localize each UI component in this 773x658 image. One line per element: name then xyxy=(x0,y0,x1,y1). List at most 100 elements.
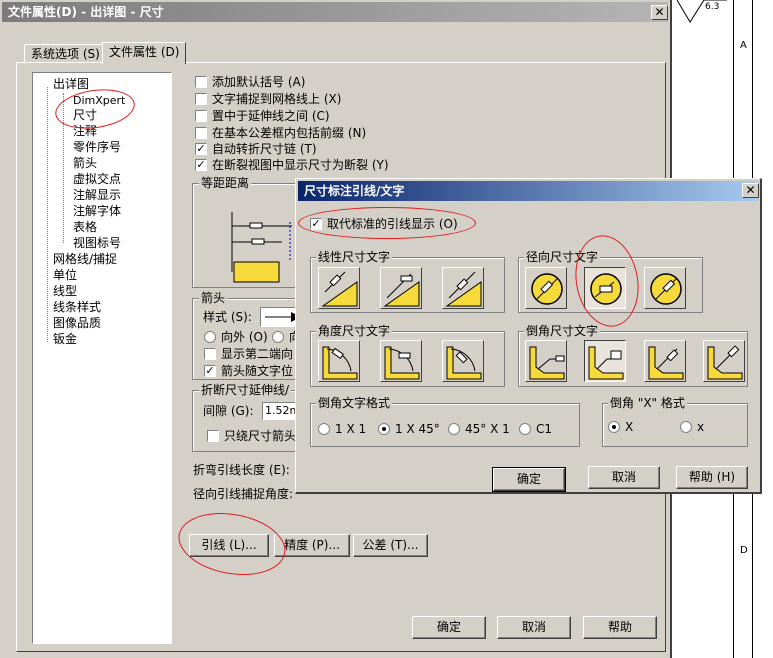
radial-style-1-button[interactable] xyxy=(525,267,567,309)
popup-close-button[interactable]: ✕ xyxy=(742,183,759,198)
x-lower-label: x xyxy=(697,420,705,434)
add-parentheses-label: 添加默认括号 (A) xyxy=(212,75,306,89)
break-extension-title: 折断尺寸延伸线/ xyxy=(199,383,292,397)
popup-cancel-button[interactable]: 取消 xyxy=(588,466,660,489)
linear-text-title: 线性尺寸文字 xyxy=(316,250,393,264)
tree-item-virtual-sharps[interactable]: 虚拟交点 xyxy=(73,172,121,187)
tab-document-properties[interactable]: 文件属性 (D) xyxy=(102,42,187,64)
snap-text-grid-label: 文字捕捉到网格线上 (X) xyxy=(212,92,342,106)
show-second-arrow-checkbox[interactable] xyxy=(204,348,216,360)
x-upper-label: X xyxy=(625,420,634,434)
tree-item-image-quality[interactable]: 图像品质 xyxy=(53,316,101,331)
tab-label: 系统选项 (S) xyxy=(31,47,100,61)
chamfer-style-1-icon xyxy=(529,346,565,380)
ok-button[interactable]: 确定 xyxy=(412,616,486,639)
center-between-extension-label: 置中于延伸线之间 (C) xyxy=(212,109,330,123)
linear-horizontal-icon xyxy=(383,273,420,307)
add-parentheses-checkbox[interactable] xyxy=(195,76,207,88)
main-dialog-title: 文件属性(D) - 出详图 - 尺寸 xyxy=(8,5,164,19)
angular-aligned-icon xyxy=(322,346,358,380)
format-c1-radio[interactable] xyxy=(519,423,531,435)
format-1x1-label: 1 X 1 xyxy=(335,422,367,436)
offset-distances-title: 等距距离 xyxy=(199,176,252,190)
chamfer-style-4-icon xyxy=(707,345,743,380)
angular-solid-icon xyxy=(446,346,482,380)
tree-item-view-labels[interactable]: 视图标号 xyxy=(73,236,121,251)
arrow-style-label: 样式 (S): xyxy=(203,310,252,324)
main-close-button[interactable]: ✕ xyxy=(651,5,668,20)
center-between-extension-checkbox[interactable] xyxy=(195,110,207,122)
arrow-outside-radio[interactable] xyxy=(204,331,216,343)
zone-label-a: A xyxy=(740,40,747,51)
offset-preview-icon xyxy=(231,212,292,283)
format-45x1-radio[interactable] xyxy=(448,423,460,435)
auto-jog-label: 自动转折尺寸链 (T) xyxy=(212,142,317,156)
linear-aligned-icon xyxy=(321,271,358,307)
chamfer-style-4-button[interactable] xyxy=(703,340,745,382)
leader-text-dialog: 尺寸标注引线/文字 ✕ ✓ 取代标准的引线显示 (O) 线性尺寸文字 径向尺寸文… xyxy=(295,178,762,494)
tree-connector xyxy=(47,87,48,342)
tree-item-tables[interactable]: 表格 xyxy=(73,220,97,235)
zone-label-d: D xyxy=(740,545,748,556)
popup-title: 尺寸标注引线/文字 xyxy=(304,184,405,198)
show-second-arrow-label: 显示第二端向 xyxy=(221,347,294,361)
show-broken-label: 在断裂视图中显示尺寸为断裂 (Y) xyxy=(212,158,389,172)
x-lower-radio[interactable] xyxy=(680,421,692,433)
linear-style-1-button[interactable] xyxy=(318,267,360,309)
tree-item-detailing[interactable]: 出详图 xyxy=(53,77,89,92)
format-45x1-label: 45° X 1 xyxy=(465,422,510,436)
snap-text-grid-checkbox[interactable] xyxy=(195,93,207,105)
chamfer-style-2-button[interactable] xyxy=(584,340,626,382)
format-1x1-radio[interactable] xyxy=(318,423,330,435)
include-prefix-checkbox[interactable] xyxy=(195,127,207,139)
precision-button[interactable]: 精度 (P)... xyxy=(274,534,350,557)
tolerance-button[interactable]: 公差 (T)... xyxy=(353,534,428,557)
arrow-inside-radio[interactable] xyxy=(272,331,284,343)
linear-style-3-button[interactable] xyxy=(442,267,484,309)
arrow-follow-text-label: 箭头随文字位 xyxy=(221,364,294,378)
popup-help-button[interactable]: 帮助 (H) xyxy=(676,466,748,489)
tab-system-options[interactable]: 系统选项 (S) xyxy=(24,44,107,64)
angular-text-title: 角度尺寸文字 xyxy=(316,324,393,338)
tree-item-line-style[interactable]: 线条样式 xyxy=(53,300,101,315)
properties-tree[interactable]: 出详图 DimXpert 尺寸 注释 零件序号 箭头 虚拟交点 注解显示 注解字… xyxy=(32,72,172,644)
tree-item-grid-snap[interactable]: 网格线/捕捉 xyxy=(53,252,117,267)
help-button[interactable]: 帮助 xyxy=(583,616,657,639)
cancel-button[interactable]: 取消 xyxy=(497,616,571,639)
linear-style-2-button[interactable] xyxy=(380,267,422,309)
tree-item-annotation-font[interactable]: 注解字体 xyxy=(73,204,121,219)
chamfer-style-1-button[interactable] xyxy=(525,340,567,382)
only-around-arrow-checkbox[interactable] xyxy=(207,430,219,442)
main-dialog-titlebar[interactable]: 文件属性(D) - 出详图 - 尺寸 xyxy=(2,2,668,22)
auto-jog-checkbox[interactable]: ✓ xyxy=(195,143,207,155)
radial-solid-icon xyxy=(650,273,682,305)
angular-horizontal-icon xyxy=(384,346,420,380)
show-broken-checkbox[interactable]: ✓ xyxy=(195,159,207,171)
angular-style-1-button[interactable] xyxy=(318,340,360,382)
tree-item-balloons[interactable]: 零件序号 xyxy=(73,140,121,155)
arrow-outside-label: 向外 (O) xyxy=(221,330,268,344)
tree-item-sheet-metal[interactable]: 钣金 xyxy=(53,332,77,347)
chamfer-style-3-button[interactable] xyxy=(644,340,686,382)
angular-style-2-button[interactable] xyxy=(380,340,422,382)
popup-ok-button[interactable]: 确定 xyxy=(492,467,566,492)
gap-input[interactable]: 1.52m xyxy=(262,402,298,420)
x-upper-radio[interactable] xyxy=(608,421,620,433)
tree-item-units[interactable]: 单位 xyxy=(53,268,77,283)
chamfer-text-title: 倒角尺寸文字 xyxy=(524,324,601,338)
chamfer-style-3-icon xyxy=(648,346,684,380)
arrow-follow-text-checkbox[interactable]: ✓ xyxy=(204,365,216,377)
arrow-style-select[interactable] xyxy=(260,307,300,327)
tree-item-arrows[interactable]: 箭头 xyxy=(73,156,97,171)
bent-leader-length-label: 折弯引线长度 (E): xyxy=(193,463,290,477)
angular-style-3-button[interactable] xyxy=(442,340,484,382)
tree-item-annotation-display[interactable]: 注解显示 xyxy=(73,188,121,203)
tree-item-line-font[interactable]: 线型 xyxy=(53,284,77,299)
only-around-arrow-label: 只绕尺寸箭头 xyxy=(224,429,297,443)
format-1x45-radio[interactable] xyxy=(378,423,390,435)
chamfer-style-2-icon xyxy=(588,346,624,380)
popup-titlebar[interactable]: 尺寸标注引线/文字 xyxy=(298,181,758,201)
radial-style-3-button[interactable] xyxy=(644,267,686,309)
format-c1-label: C1 xyxy=(536,422,553,436)
chamfer-format-title: 倒角文字格式 xyxy=(316,396,393,410)
